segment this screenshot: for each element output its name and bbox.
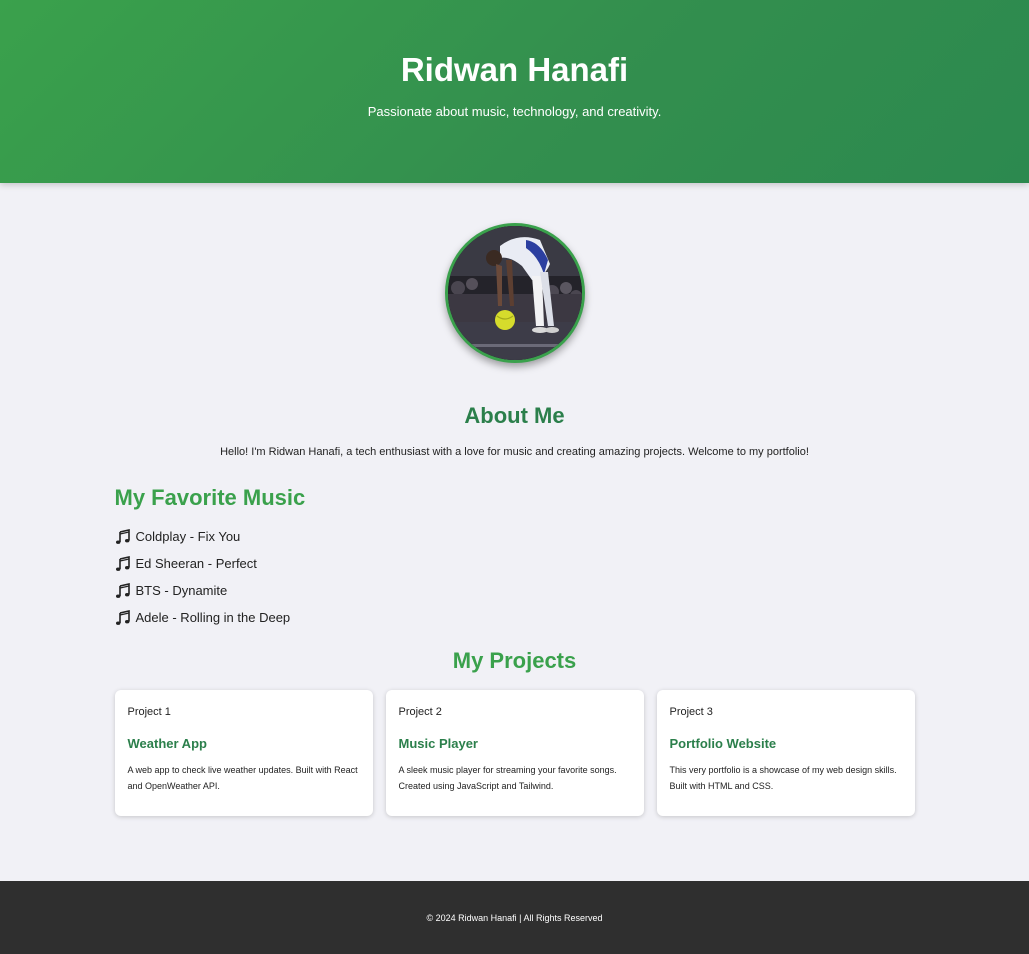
- site-title: Ridwan Hanafi: [400, 51, 629, 88]
- music-note-icon: [115, 529, 130, 544]
- project-description: A sleek music player for streaming your …: [398, 765, 617, 791]
- music-item: Coldplay - Fix You: [115, 529, 915, 545]
- project-number: Project 1: [127, 706, 171, 718]
- music-note-icon: [115, 610, 130, 625]
- music-item-label: Ed Sheeran - Perfect: [135, 556, 257, 571]
- projects-grid: Project 1 Weather App A web app to check…: [114, 690, 915, 816]
- music-note-icon: [115, 556, 130, 571]
- project-card: Project 1 Weather App A web app to check…: [114, 690, 373, 816]
- profile-avatar: [444, 223, 585, 363]
- music-item-label: Adele - Rolling in the Deep: [135, 610, 291, 625]
- page-footer: © 2024 Ridwan Hanafi | All Rights Reserv…: [0, 881, 1029, 954]
- projects-heading: My Projects: [452, 648, 577, 673]
- page-header: Ridwan Hanafi Passionate about music, te…: [0, 0, 1029, 183]
- site-tagline: Passionate about music, technology, and …: [367, 104, 662, 119]
- music-list: Coldplay - Fix You Ed Sheeran - Perfect …: [115, 529, 915, 626]
- music-item-label: Coldplay - Fix You: [135, 529, 241, 544]
- project-title: Music Player: [398, 736, 479, 751]
- project-title: Weather App: [127, 736, 207, 751]
- music-item: BTS - Dynamite: [115, 583, 915, 599]
- about-heading: About Me: [464, 403, 565, 428]
- about-text: Hello! I'm Ridwan Hanafi, a tech enthusi…: [220, 446, 809, 458]
- project-description: A web app to check live weather updates.…: [127, 765, 358, 791]
- footer-copyright: © 2024 Ridwan Hanafi | All Rights Reserv…: [426, 913, 603, 923]
- project-description: This very portfolio is a showcase of my …: [669, 765, 897, 791]
- project-number: Project 3: [669, 706, 713, 718]
- music-item: Ed Sheeran - Perfect: [115, 556, 915, 572]
- music-heading: My Favorite Music: [114, 485, 306, 510]
- music-item-label: BTS - Dynamite: [135, 583, 228, 598]
- main-content: About Me Hello! I'm Ridwan Hanafi, a tec…: [114, 183, 915, 816]
- project-title: Portfolio Website: [669, 736, 777, 751]
- project-card: Project 3 Portfolio Website This very po…: [656, 690, 915, 816]
- music-note-icon: [115, 583, 130, 598]
- project-number: Project 2: [398, 706, 442, 718]
- music-item: Adele - Rolling in the Deep: [115, 610, 915, 626]
- project-card: Project 2 Music Player A sleek music pla…: [385, 690, 644, 816]
- avatar-container: [115, 223, 915, 363]
- profile-photo: [447, 226, 582, 360]
